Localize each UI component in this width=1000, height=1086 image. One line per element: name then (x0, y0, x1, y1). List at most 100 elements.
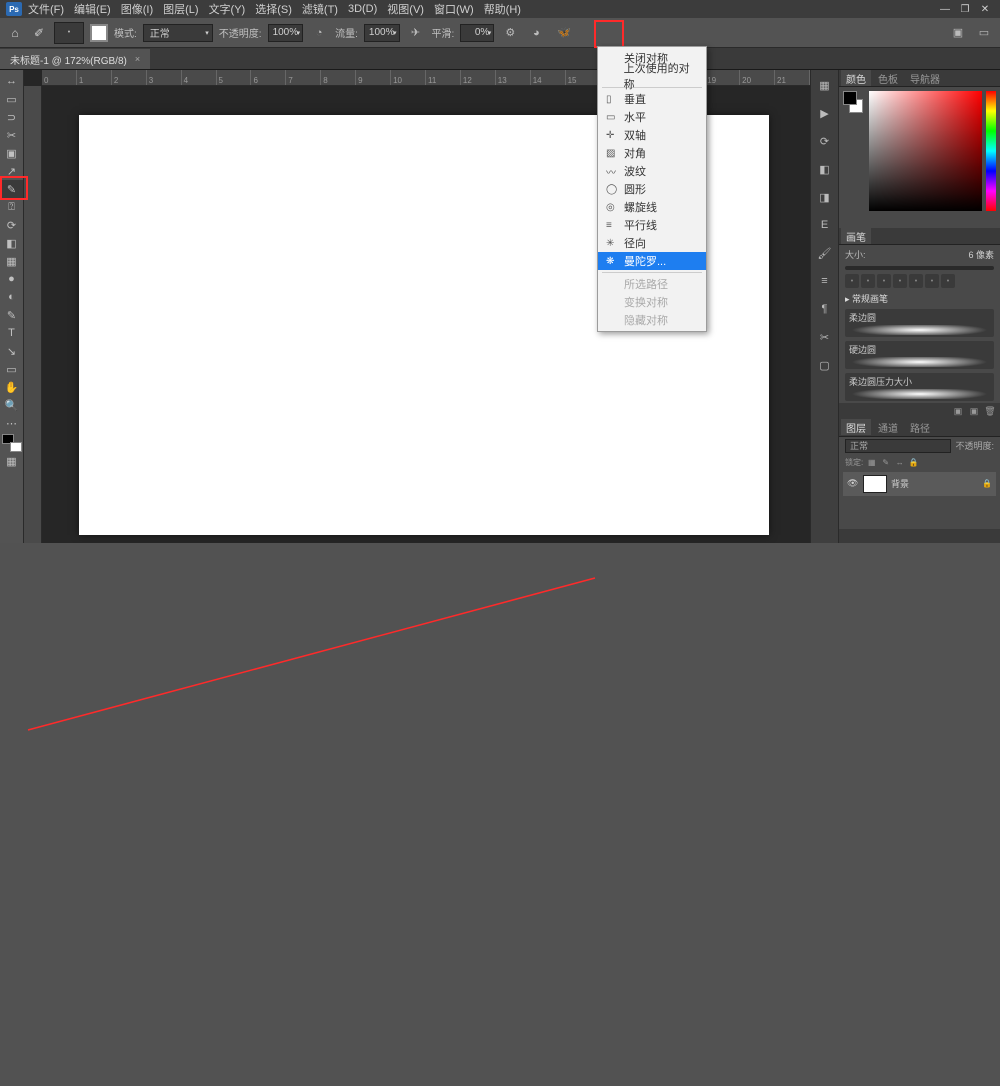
brush-preset[interactable]: 硬边圆 (845, 341, 994, 369)
pillar-icon[interactable]: 🖌 (816, 244, 834, 262)
brush-preset-picker[interactable]: • (54, 22, 84, 44)
home-icon[interactable]: ⌂ (6, 24, 24, 42)
document-tab[interactable]: 未标题-1 @ 172%(RGB/8) × (0, 49, 150, 69)
dodge-tool[interactable]: ◐ (1, 288, 23, 306)
symmetry-button[interactable]: 🦋 (556, 26, 572, 40)
tab-swatches[interactable]: 色板 (873, 70, 903, 86)
crop-tool[interactable]: ▣ (1, 144, 23, 162)
menu-file[interactable]: 文件(F) (24, 1, 68, 17)
shape-tool[interactable]: ▭ (1, 360, 23, 378)
tab-paths[interactable]: 路径 (905, 419, 935, 435)
blend-mode-select[interactable]: 正常▾ (143, 24, 213, 42)
zoom-tool[interactable]: 🔍 (1, 396, 23, 414)
tab-navigator[interactable]: 导航器 (905, 70, 945, 86)
color-picker[interactable] (869, 91, 982, 211)
quick-mask-tool[interactable]: ▦ (1, 452, 23, 470)
new-folder-icon[interactable]: ▣ (968, 405, 980, 417)
edit-toolbar[interactable]: ⋯ (1, 414, 23, 432)
menu-select[interactable]: 选择(S) (251, 1, 296, 17)
symmetry-parallel[interactable]: ≡平行线 (598, 216, 706, 234)
menu-filter[interactable]: 滤镜(T) (298, 1, 342, 17)
symmetry-last-used[interactable]: 上次使用的对称 (598, 67, 706, 85)
path-select-tool[interactable]: ↘ (1, 342, 23, 360)
lock-brush-icon[interactable]: ✎ (880, 457, 891, 468)
lock-move-icon[interactable]: ↔ (894, 457, 905, 468)
symmetry-vertical[interactable]: ▯垂直 (598, 90, 706, 108)
quick-select-tool[interactable]: ✂ (1, 126, 23, 144)
tab-channels[interactable]: 通道 (873, 419, 903, 435)
brush-size-slider[interactable] (845, 266, 994, 270)
flow-input[interactable]: 100%▾ (364, 24, 400, 42)
menu-image[interactable]: 图像(I) (117, 1, 157, 17)
workspace-icon[interactable]: ▣ (948, 23, 968, 43)
brush-tool[interactable]: ✎ (1, 180, 23, 198)
pillar-icon[interactable]: ¶ (816, 300, 834, 318)
opacity-input[interactable]: 100%▾ (268, 24, 304, 42)
menu-layer[interactable]: 图层(L) (159, 1, 202, 17)
search-icon[interactable]: ▭ (974, 23, 994, 43)
brush-dot[interactable]: • (845, 274, 859, 288)
smooth-input[interactable]: 0%▾ (460, 24, 494, 42)
pillar-icon[interactable]: ▢ (816, 356, 834, 374)
minimize-button[interactable]: — (936, 4, 954, 15)
pillar-icon[interactable]: ✂ (816, 328, 834, 346)
symmetry-spiral[interactable]: ◎螺旋线 (598, 198, 706, 216)
pillar-icon[interactable]: ▦ (816, 76, 834, 94)
menu-3d[interactable]: 3D(D) (344, 3, 381, 15)
preset-folder[interactable]: ▸ 常规画笔 (839, 290, 1000, 307)
menu-help[interactable]: 帮助(H) (480, 1, 525, 17)
hand-tool[interactable]: ✋ (1, 378, 23, 396)
new-preset-icon[interactable]: ▣ (952, 405, 964, 417)
gear-icon[interactable]: ⚙ (500, 23, 520, 43)
symmetry-circle[interactable]: ◯圆形 (598, 180, 706, 198)
fg-color-swatch[interactable] (843, 91, 857, 105)
symmetry-horizontal[interactable]: ▭水平 (598, 108, 706, 126)
gradient-tool[interactable]: ▦ (1, 252, 23, 270)
eyedropper-tool[interactable]: ↗ (1, 162, 23, 180)
menu-type[interactable]: 文字(Y) (205, 1, 250, 17)
history-brush-tool[interactable]: ⟳ (1, 216, 23, 234)
foreground-background-swap[interactable] (2, 434, 22, 452)
brush-preset[interactable]: 柔边圆压力大小 (845, 373, 994, 401)
symmetry-mandala[interactable]: ❋曼陀罗... (598, 252, 706, 270)
pillar-icon[interactable]: ◨ (816, 188, 834, 206)
menu-edit[interactable]: 编辑(E) (70, 1, 115, 17)
layer-row-background[interactable]: 👁 背景 🔒 (843, 472, 996, 496)
clone-tool[interactable]: ⍰ (1, 198, 23, 216)
brush-swatch-icon[interactable] (90, 24, 108, 42)
symmetry-wavy[interactable]: 〰波纹 (598, 162, 706, 180)
pillar-icon[interactable]: ▶ (816, 104, 834, 122)
pen-tool[interactable]: ✎ (1, 306, 23, 324)
move-tool[interactable]: ↔ (1, 72, 23, 90)
maximize-button[interactable]: ❐ (956, 4, 974, 15)
type-tool[interactable]: T (1, 324, 23, 342)
close-tab-icon[interactable]: × (135, 54, 140, 64)
tab-brushes[interactable]: 画笔 (841, 228, 871, 244)
tab-color[interactable]: 颜色 (841, 70, 871, 86)
pressure-size-icon[interactable]: ◕ (526, 23, 546, 43)
symmetry-radial[interactable]: ✳径向 (598, 234, 706, 252)
visibility-icon[interactable]: 👁 (847, 478, 859, 489)
pillar-icon[interactable]: ≡ (816, 272, 834, 290)
menu-window[interactable]: 窗口(W) (430, 1, 478, 17)
pillar-icon[interactable]: E (816, 216, 834, 234)
lock-all-icon[interactable]: 🔒 (908, 457, 919, 468)
background-swatch[interactable] (10, 442, 22, 452)
brush-preset[interactable]: 柔边圆 (845, 309, 994, 337)
trash-icon[interactable]: 🗑 (984, 405, 996, 417)
menu-view[interactable]: 视图(V) (383, 1, 428, 17)
pillar-icon[interactable]: ⟳ (816, 132, 834, 150)
marquee-tool[interactable]: ▭ (1, 90, 23, 108)
symmetry-dual-axis[interactable]: ✛双轴 (598, 126, 706, 144)
close-button[interactable]: ✕ (976, 4, 994, 15)
layer-blend-select[interactable]: 正常 (845, 439, 951, 453)
airbrush-icon[interactable]: ✈ (406, 23, 426, 43)
pillar-icon[interactable]: ◧ (816, 160, 834, 178)
blur-tool[interactable]: ● (1, 270, 23, 288)
lock-pixels-icon[interactable]: ▦ (866, 457, 877, 468)
hue-slider[interactable] (986, 91, 996, 211)
pressure-opacity-icon[interactable]: ◔ (309, 23, 329, 43)
lasso-tool[interactable]: ⊃ (1, 108, 23, 126)
symmetry-diagonal[interactable]: ▨对角 (598, 144, 706, 162)
tab-layers[interactable]: 图层 (841, 419, 871, 435)
